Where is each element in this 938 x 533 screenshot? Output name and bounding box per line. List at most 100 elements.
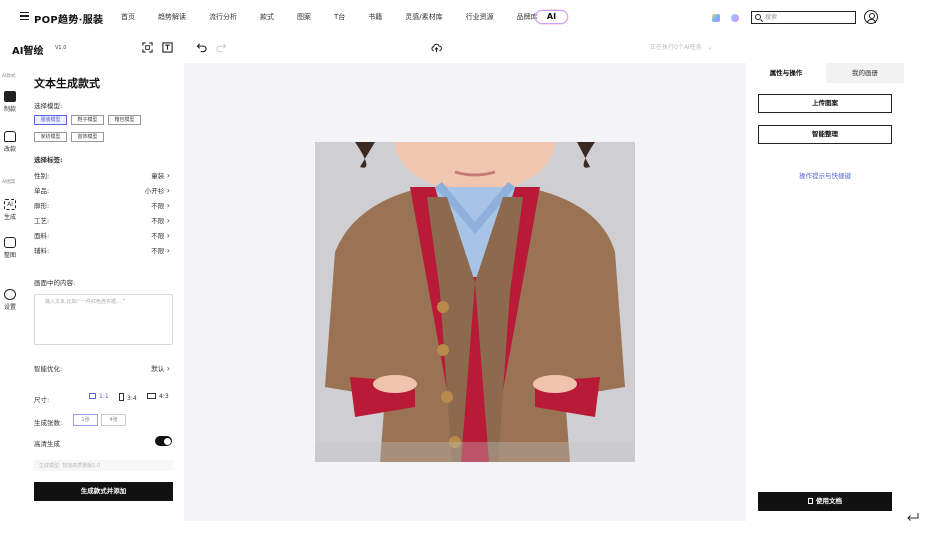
model-option-jewelry[interactable]: 首饰模型 xyxy=(71,132,104,142)
enter-return-icon[interactable] xyxy=(906,512,919,522)
smart-optimize-label: 智能优化: xyxy=(34,365,63,373)
smart-optimize-row[interactable]: 智能优化: 默认 xyxy=(34,363,170,373)
top-navigation-bar: POP趋势·服装 首页 趋势解读 流行分析 款式 图案 T台 书籍 灵感/素材库… xyxy=(0,0,938,34)
panel-title: 文本生成款式 xyxy=(34,77,100,90)
tag-value: 不限 xyxy=(151,200,170,210)
portrait-icon xyxy=(119,393,124,401)
user-avatar-icon[interactable] xyxy=(864,10,878,24)
child-cardigan-illustration xyxy=(315,142,635,462)
redo-icon[interactable] xyxy=(216,42,227,53)
smart-optimize-value: 默认 xyxy=(151,363,170,373)
content-label: 画面中的内容: xyxy=(34,279,76,287)
rail-label: 改款 xyxy=(3,146,16,153)
cloud-upload-icon[interactable] xyxy=(431,42,442,53)
nav-item-patterns[interactable]: 图案 xyxy=(297,12,311,22)
search-input[interactable]: 搜索 xyxy=(751,11,856,24)
hd-toggle[interactable] xyxy=(155,436,172,446)
tag-row-craft[interactable]: 工艺: 不限 xyxy=(34,215,170,225)
count-label: 生成张数: xyxy=(34,419,63,427)
nav-item-runway[interactable]: T台 xyxy=(334,12,345,22)
tag-value: 小开衫 xyxy=(145,185,170,195)
size-label: 尺寸: xyxy=(34,396,50,404)
fit-screen-icon[interactable] xyxy=(142,42,153,53)
tab-properties[interactable]: 属性与操作 xyxy=(746,63,826,83)
tag-key: 廓形: xyxy=(34,202,50,210)
rail-item-make-style[interactable]: 制款 xyxy=(1,91,19,113)
tag-row-item[interactable]: 单品: 小开衫 xyxy=(34,185,170,195)
hd-label: 高清生成 xyxy=(34,440,60,448)
rail-group-style: AI款式 xyxy=(2,74,16,79)
model-option-apparel[interactable]: 服装模型 xyxy=(34,115,67,125)
user-guide-button[interactable]: 使用文档 xyxy=(758,492,892,511)
app-title: AI智绘 xyxy=(12,46,44,57)
model-option-shoes[interactable]: 鞋子模型 xyxy=(71,115,104,125)
size-option-4-3[interactable]: 4:3 xyxy=(147,393,169,400)
tag-key: 工艺: xyxy=(34,217,50,225)
site-logo[interactable]: POP趋势·服装 xyxy=(34,11,103,26)
hamburger-menu-icon[interactable] xyxy=(20,12,29,20)
nav-item-inspiration[interactable]: 灵感/素材库 xyxy=(405,12,442,22)
nav-item-books[interactable]: 书籍 xyxy=(368,12,382,22)
tags-label: 选择标签: xyxy=(34,156,63,164)
document-icon xyxy=(808,498,813,504)
size-option-3-4[interactable]: 3:4 xyxy=(119,393,137,402)
nav-item-industry[interactable]: 行业资源 xyxy=(466,12,494,22)
shortcut-hints-link[interactable]: 操作提示与快捷键 xyxy=(758,170,892,180)
puzzle-icon xyxy=(4,237,16,248)
model-option-home-textile[interactable]: 家纺模型 xyxy=(34,132,67,142)
size-option-1-1[interactable]: 1:1 xyxy=(89,393,109,400)
side-rail: AI款式 制款 改款 AI图案 AI 生成 整图 设置 xyxy=(0,63,20,523)
nav-item-popular-analysis[interactable]: 流行分析 xyxy=(209,12,237,22)
content-textarea[interactable]: 输入文本,比如:“一件红色连衣裙,…” xyxy=(34,294,173,345)
generation-panel: 文本生成款式 选择模型: 服装模型 鞋子模型 箱包模型 家纺模型 首饰模型 选择… xyxy=(22,63,182,523)
rail-label: 制款 xyxy=(3,106,16,113)
tag-value: 不限 xyxy=(151,245,170,255)
tag-value: 童装 xyxy=(151,170,170,180)
tag-row-gender[interactable]: 性别: 童装 xyxy=(34,170,170,180)
nav-item-styles[interactable]: 款式 xyxy=(260,12,274,22)
generation-model-field[interactable]: 生成模型: 智能高质量版1.0 xyxy=(34,460,173,471)
rail-item-settings[interactable]: 设置 xyxy=(1,289,19,311)
tag-row-fabric[interactable]: 面料: 不限 xyxy=(34,230,170,240)
size-text: 3:4 xyxy=(127,395,137,402)
undo-icon[interactable] xyxy=(196,42,207,53)
rail-item-generate[interactable]: AI 生成 xyxy=(1,199,19,221)
model-option-bags[interactable]: 箱包模型 xyxy=(108,115,141,125)
nav-item-trend-analysis[interactable]: 趋势解读 xyxy=(158,12,186,22)
rail-label: 生成 xyxy=(3,214,16,221)
tag-key: 性别: xyxy=(34,172,50,180)
task-status-text: 正在执行0个AI任务 xyxy=(650,44,702,51)
notification-icon[interactable] xyxy=(731,14,739,22)
robot-icon xyxy=(4,91,16,102)
task-status-select[interactable]: 正在执行0个AI任务 ⌄ xyxy=(650,42,713,51)
rail-item-modify-style[interactable]: 改款 xyxy=(1,131,19,153)
gear-icon xyxy=(4,289,16,300)
count-option-4[interactable]: 4张 xyxy=(101,414,126,426)
search-placeholder: 搜索 xyxy=(765,14,778,21)
ai-text-icon: AI xyxy=(4,199,16,210)
tag-row-silhouette[interactable]: 廓形: 不限 xyxy=(34,200,170,210)
rail-label: 设置 xyxy=(3,304,16,311)
user-guide-label: 使用文档 xyxy=(816,497,842,505)
tag-key: 单品: xyxy=(34,187,50,195)
generated-image[interactable] xyxy=(315,142,635,462)
count-option-1[interactable]: 1张 xyxy=(73,414,98,426)
smart-arrange-button[interactable]: 智能整理 xyxy=(758,125,892,144)
main-nav: 首页 趋势解读 流行分析 款式 图案 T台 书籍 灵感/素材库 行业资源 品牌库 xyxy=(121,12,561,22)
app-version: V1.0 xyxy=(55,45,67,51)
size-text: 1:1 xyxy=(99,393,109,400)
size-text: 4:3 xyxy=(159,393,169,400)
rail-group-pattern: AI图案 xyxy=(2,180,16,185)
generate-button[interactable]: 生成款式并添加 xyxy=(34,482,173,501)
ai-entry-badge[interactable]: AI xyxy=(535,10,568,24)
tag-row-trims[interactable]: 辅料: 不限 xyxy=(34,245,170,255)
tab-my-album[interactable]: 我的画册 xyxy=(826,63,904,83)
text-tool-icon[interactable] xyxy=(162,42,173,53)
nav-item-home[interactable]: 首页 xyxy=(121,12,135,22)
rail-item-arrange[interactable]: 整图 xyxy=(1,237,19,259)
app-switch-icon[interactable] xyxy=(712,14,720,22)
tag-key: 辅料: xyxy=(34,247,50,255)
tag-value: 不限 xyxy=(151,230,170,240)
upload-pattern-button[interactable]: 上传图案 xyxy=(758,94,892,113)
rail-label: 整图 xyxy=(3,252,16,259)
